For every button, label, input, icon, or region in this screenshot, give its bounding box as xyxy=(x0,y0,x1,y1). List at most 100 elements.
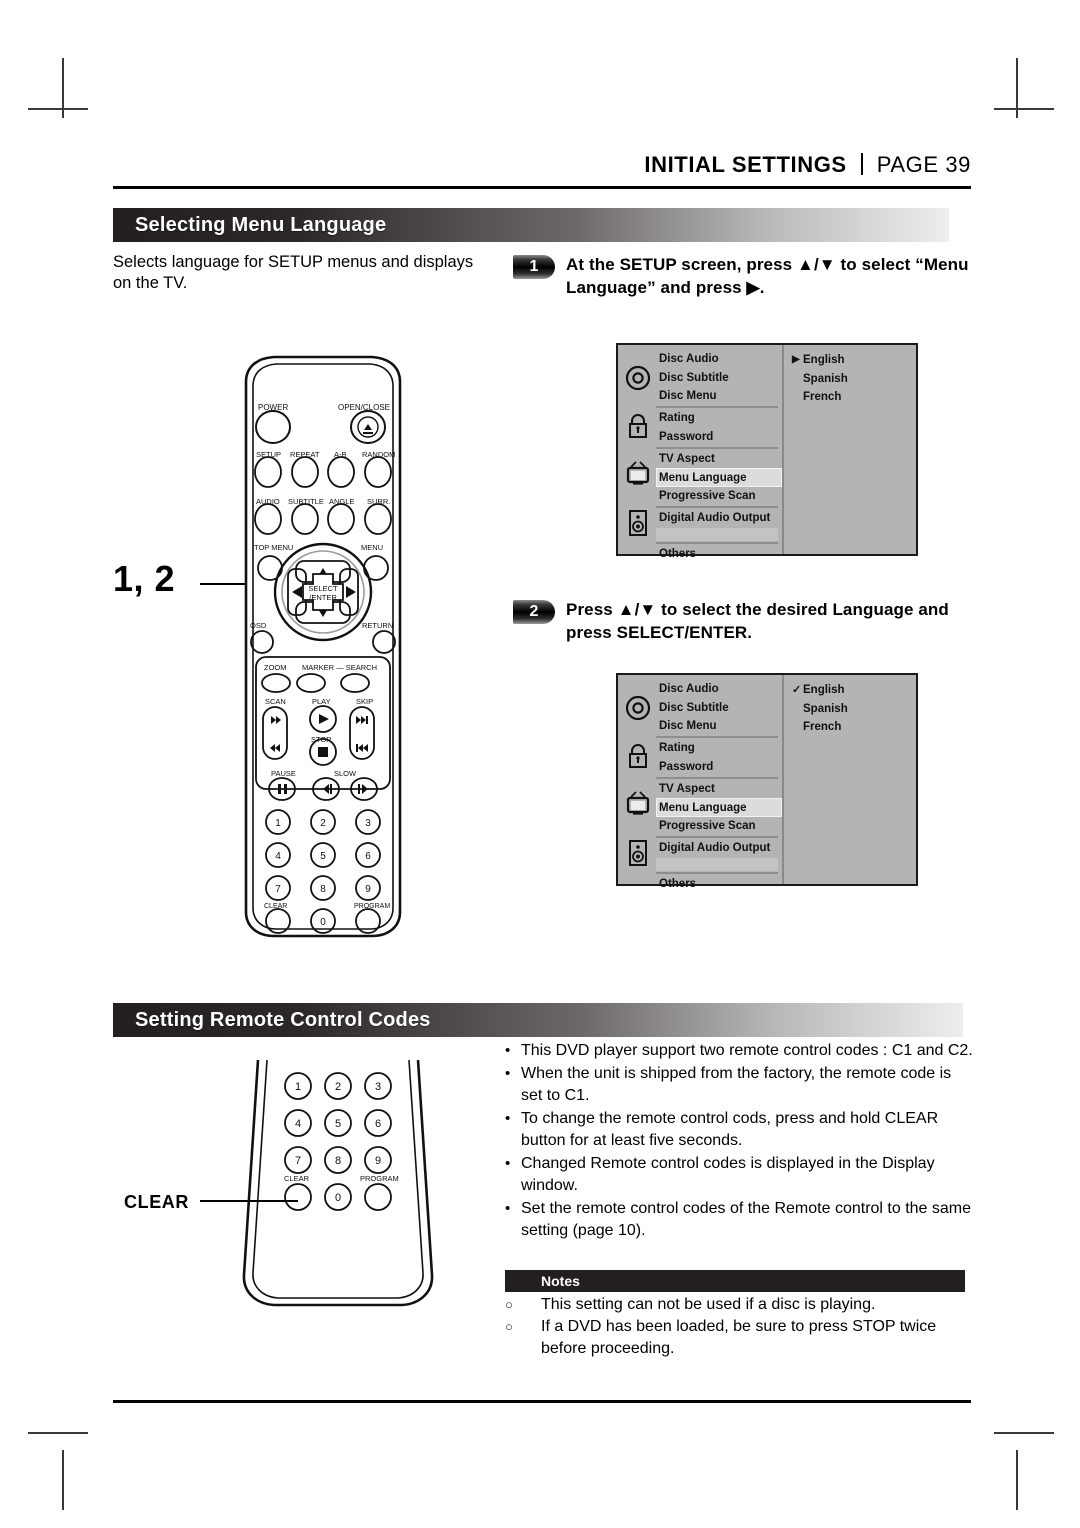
note-text: This setting can not be used if a disc i… xyxy=(541,1296,876,1313)
bullet-icon: • xyxy=(505,1155,511,1172)
setup-menu-divider xyxy=(656,541,778,544)
check-icon: ✓ xyxy=(792,683,802,696)
disc-icon xyxy=(622,680,654,736)
svg-text:CLEAR: CLEAR xyxy=(284,1174,310,1183)
list-item: • To change the remote control cods, pre… xyxy=(505,1108,975,1152)
setup-menu-divider xyxy=(656,736,778,739)
list-item: • Changed Remote control codes is displa… xyxy=(505,1153,975,1197)
svg-text:6: 6 xyxy=(375,1118,381,1130)
setup-menu-item[interactable]: Rating xyxy=(656,739,782,757)
svg-text:4: 4 xyxy=(275,851,281,862)
list-item: ○ If a DVD has been loaded, be sure to p… xyxy=(505,1316,975,1360)
language-option-english[interactable]: ✓ English xyxy=(792,681,916,699)
setup-menu-item[interactable]: Digital Audio Output xyxy=(656,839,782,857)
setup-menu-item[interactable]: Password xyxy=(656,428,782,446)
setup-screen-1-icon-column xyxy=(622,350,654,544)
bullet-text: Set the remote control codes of the Remo… xyxy=(521,1200,972,1239)
svg-text:TOP MENU: TOP MENU xyxy=(254,543,293,552)
remote-keypad-illustration: 1 2 3 4 5 6 7 8 9 CLEAR PROGRAM 0 xyxy=(238,1059,438,1315)
circle-bullet-icon: ○ xyxy=(505,1319,513,1334)
remote-codes-bullet-list: • This DVD player support two remote con… xyxy=(505,1040,975,1243)
svg-text:3: 3 xyxy=(365,818,371,829)
setup-menu-item[interactable]: Others xyxy=(656,545,782,563)
svg-text:MENU: MENU xyxy=(361,543,383,552)
language-label: Spanish xyxy=(803,702,848,715)
bullet-text: To change the remote control cods, press… xyxy=(521,1110,939,1149)
crop-mark-bottom-right-v xyxy=(1016,1450,1018,1510)
header-separator xyxy=(860,153,863,175)
language-label: English xyxy=(803,684,845,697)
list-item: • This DVD player support two remote con… xyxy=(505,1040,975,1062)
crop-mark-top-right-h xyxy=(994,108,1054,110)
speaker-icon xyxy=(622,502,654,544)
crop-mark-bottom-right-h xyxy=(994,1432,1054,1434)
setup-menu-divider xyxy=(656,406,778,409)
crop-mark-top-left-h xyxy=(28,108,88,110)
svg-text:6: 6 xyxy=(365,851,371,862)
language-option-french[interactable]: French xyxy=(792,388,916,406)
language-option-spanish[interactable]: Spanish xyxy=(792,369,916,387)
setup-screen-1-menu: Disc Audio Disc Subtitle Disc Menu Ratin… xyxy=(618,345,784,560)
setup-menu-item[interactable]: Disc Menu xyxy=(656,387,782,405)
setup-menu-item[interactable]: Disc Audio xyxy=(656,350,782,368)
manual-page: INITIAL SETTINGS PAGE 39 Selecting Menu … xyxy=(0,0,1080,1528)
language-option-english[interactable]: ▶ English xyxy=(792,351,916,369)
setup-menu-item[interactable]: Others xyxy=(656,875,782,893)
setup-menu-divider xyxy=(656,836,778,839)
notes-title: Notes xyxy=(541,1273,580,1289)
language-label: French xyxy=(803,720,842,733)
page-header: INITIAL SETTINGS PAGE 39 xyxy=(113,150,971,178)
setup-menu-item[interactable]: TV Aspect xyxy=(656,450,782,468)
setup-menu-item[interactable]: Progressive Scan xyxy=(656,817,782,835)
svg-text:RETURN: RETURN xyxy=(362,621,393,630)
svg-text:7: 7 xyxy=(295,1155,301,1167)
tv-icon xyxy=(622,776,654,832)
section-title-bar-menu-language: Selecting Menu Language xyxy=(113,208,949,242)
language-label: English xyxy=(803,354,845,367)
setup-menu-item[interactable]: Disc Menu xyxy=(656,717,782,735)
setup-menu-divider xyxy=(656,871,778,874)
setup-menu-item[interactable]: Digital Audio Output xyxy=(656,509,782,527)
setup-screen-2: Disc Audio Disc Subtitle Disc Menu Ratin… xyxy=(616,673,918,890)
svg-text:4: 4 xyxy=(295,1118,301,1130)
svg-text:OSD: OSD xyxy=(250,621,267,630)
setup-menu-item[interactable]: TV Aspect xyxy=(656,780,782,798)
circle-bullet-icon: ○ xyxy=(505,1297,513,1312)
svg-text:SCAN: SCAN xyxy=(265,697,286,706)
svg-text:7: 7 xyxy=(275,884,281,895)
setup-menu-item[interactable]: Rating xyxy=(656,409,782,427)
step-1-text: At the SETUP screen, press ▲/▼ to select… xyxy=(566,255,969,297)
svg-text:2: 2 xyxy=(335,1081,341,1093)
setup-menu-item[interactable]: Disc Subtitle xyxy=(656,698,782,716)
svg-text:PAUSE: PAUSE xyxy=(271,769,296,778)
section1-title: Selecting Menu Language xyxy=(135,213,387,236)
selection-arrow-icon: ▶ xyxy=(792,354,800,366)
setup-screen-2-menu: Disc Audio Disc Subtitle Disc Menu Ratin… xyxy=(618,675,784,890)
bullet-icon: • xyxy=(505,1200,511,1217)
setup-menu-item[interactable]: Progressive Scan xyxy=(656,487,782,505)
svg-text:1: 1 xyxy=(295,1081,301,1093)
svg-text:SLOW: SLOW xyxy=(334,769,357,778)
svg-text:0: 0 xyxy=(320,917,326,928)
svg-text:ZOOM: ZOOM xyxy=(264,663,287,672)
header-title: INITIAL SETTINGS xyxy=(644,152,847,177)
svg-text:5: 5 xyxy=(320,851,326,862)
svg-text:1: 1 xyxy=(275,818,281,829)
svg-text:9: 9 xyxy=(375,1155,381,1167)
bullet-text: Changed Remote control codes is displaye… xyxy=(521,1155,935,1194)
setup-menu-item-selected[interactable]: Menu Language xyxy=(656,468,782,487)
setup-menu-item[interactable]: Disc Audio xyxy=(656,680,782,698)
language-option-spanish[interactable]: Spanish xyxy=(792,699,916,717)
disc-icon xyxy=(622,350,654,406)
svg-text:/ENTER: /ENTER xyxy=(309,593,337,602)
speaker-icon xyxy=(622,832,654,874)
setup-menu-item-selected[interactable]: Menu Language xyxy=(656,798,782,817)
setup-screen-1-language-list: ▶ English Spanish French xyxy=(784,345,916,554)
setup-menu-item[interactable]: Password xyxy=(656,758,782,776)
note-text: If a DVD has been loaded, be sure to pre… xyxy=(541,1318,937,1357)
crop-mark-bottom-left-v xyxy=(62,1450,64,1510)
language-option-french[interactable]: French xyxy=(792,718,916,736)
setup-menu-item[interactable]: Disc Subtitle xyxy=(656,368,782,386)
setup-screen-2-icon-column xyxy=(622,680,654,874)
svg-text:8: 8 xyxy=(320,884,326,895)
